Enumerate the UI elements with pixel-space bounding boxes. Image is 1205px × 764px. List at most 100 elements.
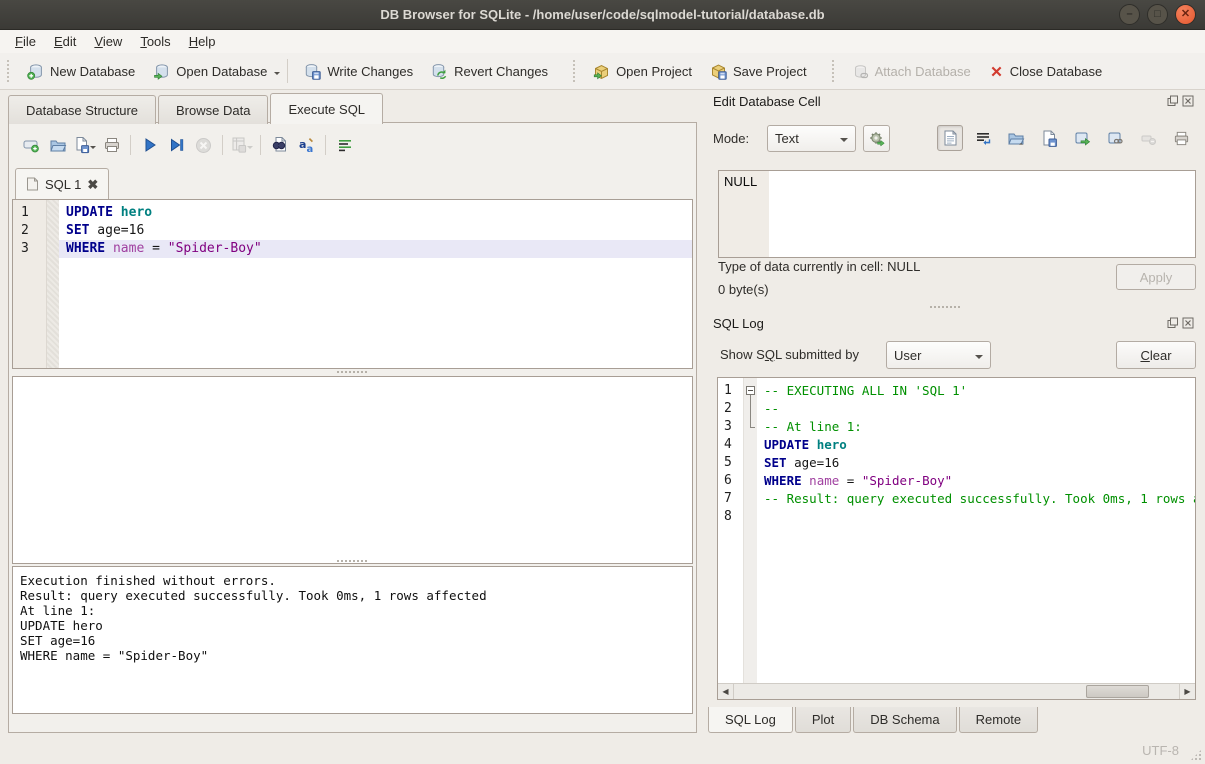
cell-value-text: NULL bbox=[724, 174, 757, 189]
sql-log-title: SQL Log bbox=[713, 316, 764, 331]
execute-sql-toolbar: aa bbox=[17, 131, 358, 159]
import-file-button[interactable] bbox=[1003, 125, 1029, 151]
results-pane[interactable] bbox=[12, 376, 693, 564]
dock-float-icon[interactable] bbox=[1167, 95, 1179, 107]
splitter-handle[interactable] bbox=[337, 371, 367, 373]
tab-database-structure[interactable]: Database Structure bbox=[8, 95, 156, 124]
sql-document-tab[interactable]: SQL 1 ✖ bbox=[15, 168, 109, 199]
apply-data-button[interactable] bbox=[1069, 125, 1095, 151]
close-button[interactable]: ✕ bbox=[1175, 4, 1196, 25]
format-sql-button[interactable]: aa bbox=[293, 132, 320, 158]
window-title: DB Browser for SQLite - /home/user/code/… bbox=[380, 7, 824, 22]
print-cell-button[interactable] bbox=[1168, 125, 1194, 151]
editor-fold-margin bbox=[47, 200, 59, 368]
encoding-indicator[interactable]: UTF-8 bbox=[1142, 743, 1179, 758]
set-null-button[interactable] bbox=[1135, 125, 1161, 151]
open-project-button[interactable]: Open Project bbox=[584, 59, 701, 84]
fold-collapse-icon[interactable] bbox=[746, 386, 755, 395]
text-mode-button[interactable] bbox=[937, 125, 963, 151]
open-database-button[interactable]: Open Database bbox=[144, 59, 276, 84]
find-replace-icon bbox=[271, 136, 289, 154]
clear-log-button[interactable]: Clear bbox=[1116, 341, 1196, 369]
editor-code-area[interactable]: UPDATE hero SET age=16 WHERE name = "Spi… bbox=[59, 200, 692, 368]
toolbar-drag-handle[interactable] bbox=[573, 60, 577, 82]
execute-line-button[interactable] bbox=[163, 132, 190, 158]
log-code-area[interactable]: -- EXECUTING ALL IN 'SQL 1' -- -- At lin… bbox=[757, 378, 1195, 699]
revert-changes-button[interactable]: Revert Changes bbox=[422, 59, 557, 84]
execute-all-button[interactable] bbox=[136, 132, 163, 158]
menu-bar: File Edit View Tools Help bbox=[0, 30, 1205, 53]
toolbar-drag-handle[interactable] bbox=[7, 60, 11, 82]
log-filter-label: Show SQL submitted by bbox=[720, 347, 859, 362]
new-database-button[interactable]: New Database bbox=[18, 59, 144, 84]
execute-line-icon bbox=[169, 137, 185, 153]
minimize-button[interactable]: – bbox=[1119, 4, 1140, 25]
dock-close-icon[interactable] bbox=[1182, 317, 1194, 329]
new-tab-icon bbox=[22, 136, 40, 154]
external-edit-button[interactable] bbox=[1102, 125, 1128, 151]
title-bar: DB Browser for SQLite - /home/user/code/… bbox=[0, 0, 1205, 30]
splitter-handle[interactable] bbox=[337, 560, 367, 562]
menu-help[interactable]: Help bbox=[180, 32, 225, 51]
set-null-icon bbox=[1140, 130, 1157, 147]
save-results-button[interactable] bbox=[228, 132, 255, 158]
word-wrap-button[interactable] bbox=[970, 125, 996, 151]
project-open-icon bbox=[593, 63, 610, 80]
save-dropdown[interactable] bbox=[90, 146, 96, 152]
log-filter-combobox[interactable]: User bbox=[886, 341, 991, 369]
menu-tools[interactable]: Tools bbox=[131, 32, 179, 51]
tab-remote[interactable]: Remote bbox=[959, 707, 1039, 733]
database-revert-icon bbox=[431, 63, 448, 80]
fold-line bbox=[750, 427, 755, 428]
apply-button[interactable]: Apply bbox=[1116, 264, 1196, 290]
close-database-button[interactable]: Close Database bbox=[980, 60, 1112, 83]
cell-value-editor[interactable]: NULL bbox=[718, 170, 1196, 258]
new-tab-button[interactable] bbox=[17, 132, 44, 158]
resize-grip-icon[interactable] bbox=[1190, 749, 1202, 761]
sql-log-view[interactable]: 12345678 -- EXECUTING ALL IN 'SQL 1' -- … bbox=[717, 377, 1196, 700]
tab-sql-log[interactable]: SQL Log bbox=[708, 707, 793, 733]
menu-file[interactable]: File bbox=[6, 32, 45, 51]
open-file-icon bbox=[49, 136, 67, 154]
close-tab-icon[interactable]: ✖ bbox=[87, 178, 98, 191]
toolbar-separator bbox=[325, 135, 326, 155]
sql-editor[interactable]: 1 2 3 UPDATE hero SET age=16 WHERE name … bbox=[12, 199, 693, 369]
database-open-icon bbox=[153, 63, 170, 80]
mode-combobox[interactable]: Text bbox=[767, 125, 856, 152]
splitter-handle[interactable] bbox=[930, 306, 960, 308]
print-button[interactable] bbox=[98, 132, 125, 158]
export-file-button[interactable] bbox=[1036, 125, 1062, 151]
save-file-icon bbox=[1041, 130, 1058, 147]
write-changes-button[interactable]: Write Changes bbox=[295, 59, 422, 84]
tab-execute-sql[interactable]: Execute SQL bbox=[270, 93, 383, 124]
toolbar-drag-handle[interactable] bbox=[832, 60, 836, 82]
menu-view[interactable]: View bbox=[85, 32, 131, 51]
editor-line: SET age=16 bbox=[59, 222, 692, 240]
auto-apply-button[interactable] bbox=[863, 125, 890, 152]
open-file-icon bbox=[1007, 130, 1025, 147]
attach-database-button[interactable]: Attach Database bbox=[843, 59, 980, 84]
scrollbar-thumb[interactable] bbox=[1086, 685, 1149, 698]
tab-plot[interactable]: Plot bbox=[795, 707, 851, 733]
tab-browse-data[interactable]: Browse Data bbox=[158, 95, 268, 124]
tab-db-schema[interactable]: DB Schema bbox=[853, 707, 956, 733]
menu-edit[interactable]: Edit bbox=[45, 32, 85, 51]
execute-all-icon bbox=[142, 137, 158, 153]
toolbar-separator bbox=[130, 135, 131, 155]
stop-button[interactable] bbox=[190, 132, 217, 158]
dock-close-icon[interactable] bbox=[1182, 95, 1194, 107]
maximize-button[interactable]: □ bbox=[1147, 4, 1168, 25]
execution-messages[interactable]: Execution finished without errors.Result… bbox=[12, 566, 693, 714]
scroll-left-icon[interactable]: ◀ bbox=[718, 684, 734, 699]
scroll-right-icon[interactable]: ▶ bbox=[1179, 684, 1195, 699]
save-project-button[interactable]: Save Project bbox=[701, 59, 816, 84]
find-replace-button[interactable] bbox=[266, 132, 293, 158]
dock-float-icon[interactable] bbox=[1167, 317, 1179, 329]
right-dock-area: Edit Database Cell Mode: Text NULL Type … bbox=[705, 93, 1197, 733]
horizontal-scrollbar[interactable]: ◀ ▶ bbox=[718, 683, 1195, 699]
status-bar: UTF-8 bbox=[0, 735, 1205, 764]
open-sql-file-button[interactable] bbox=[44, 132, 71, 158]
save-sql-file-button[interactable] bbox=[71, 132, 98, 158]
open-database-dropdown[interactable] bbox=[274, 72, 280, 78]
word-wrap-button[interactable] bbox=[331, 132, 358, 158]
